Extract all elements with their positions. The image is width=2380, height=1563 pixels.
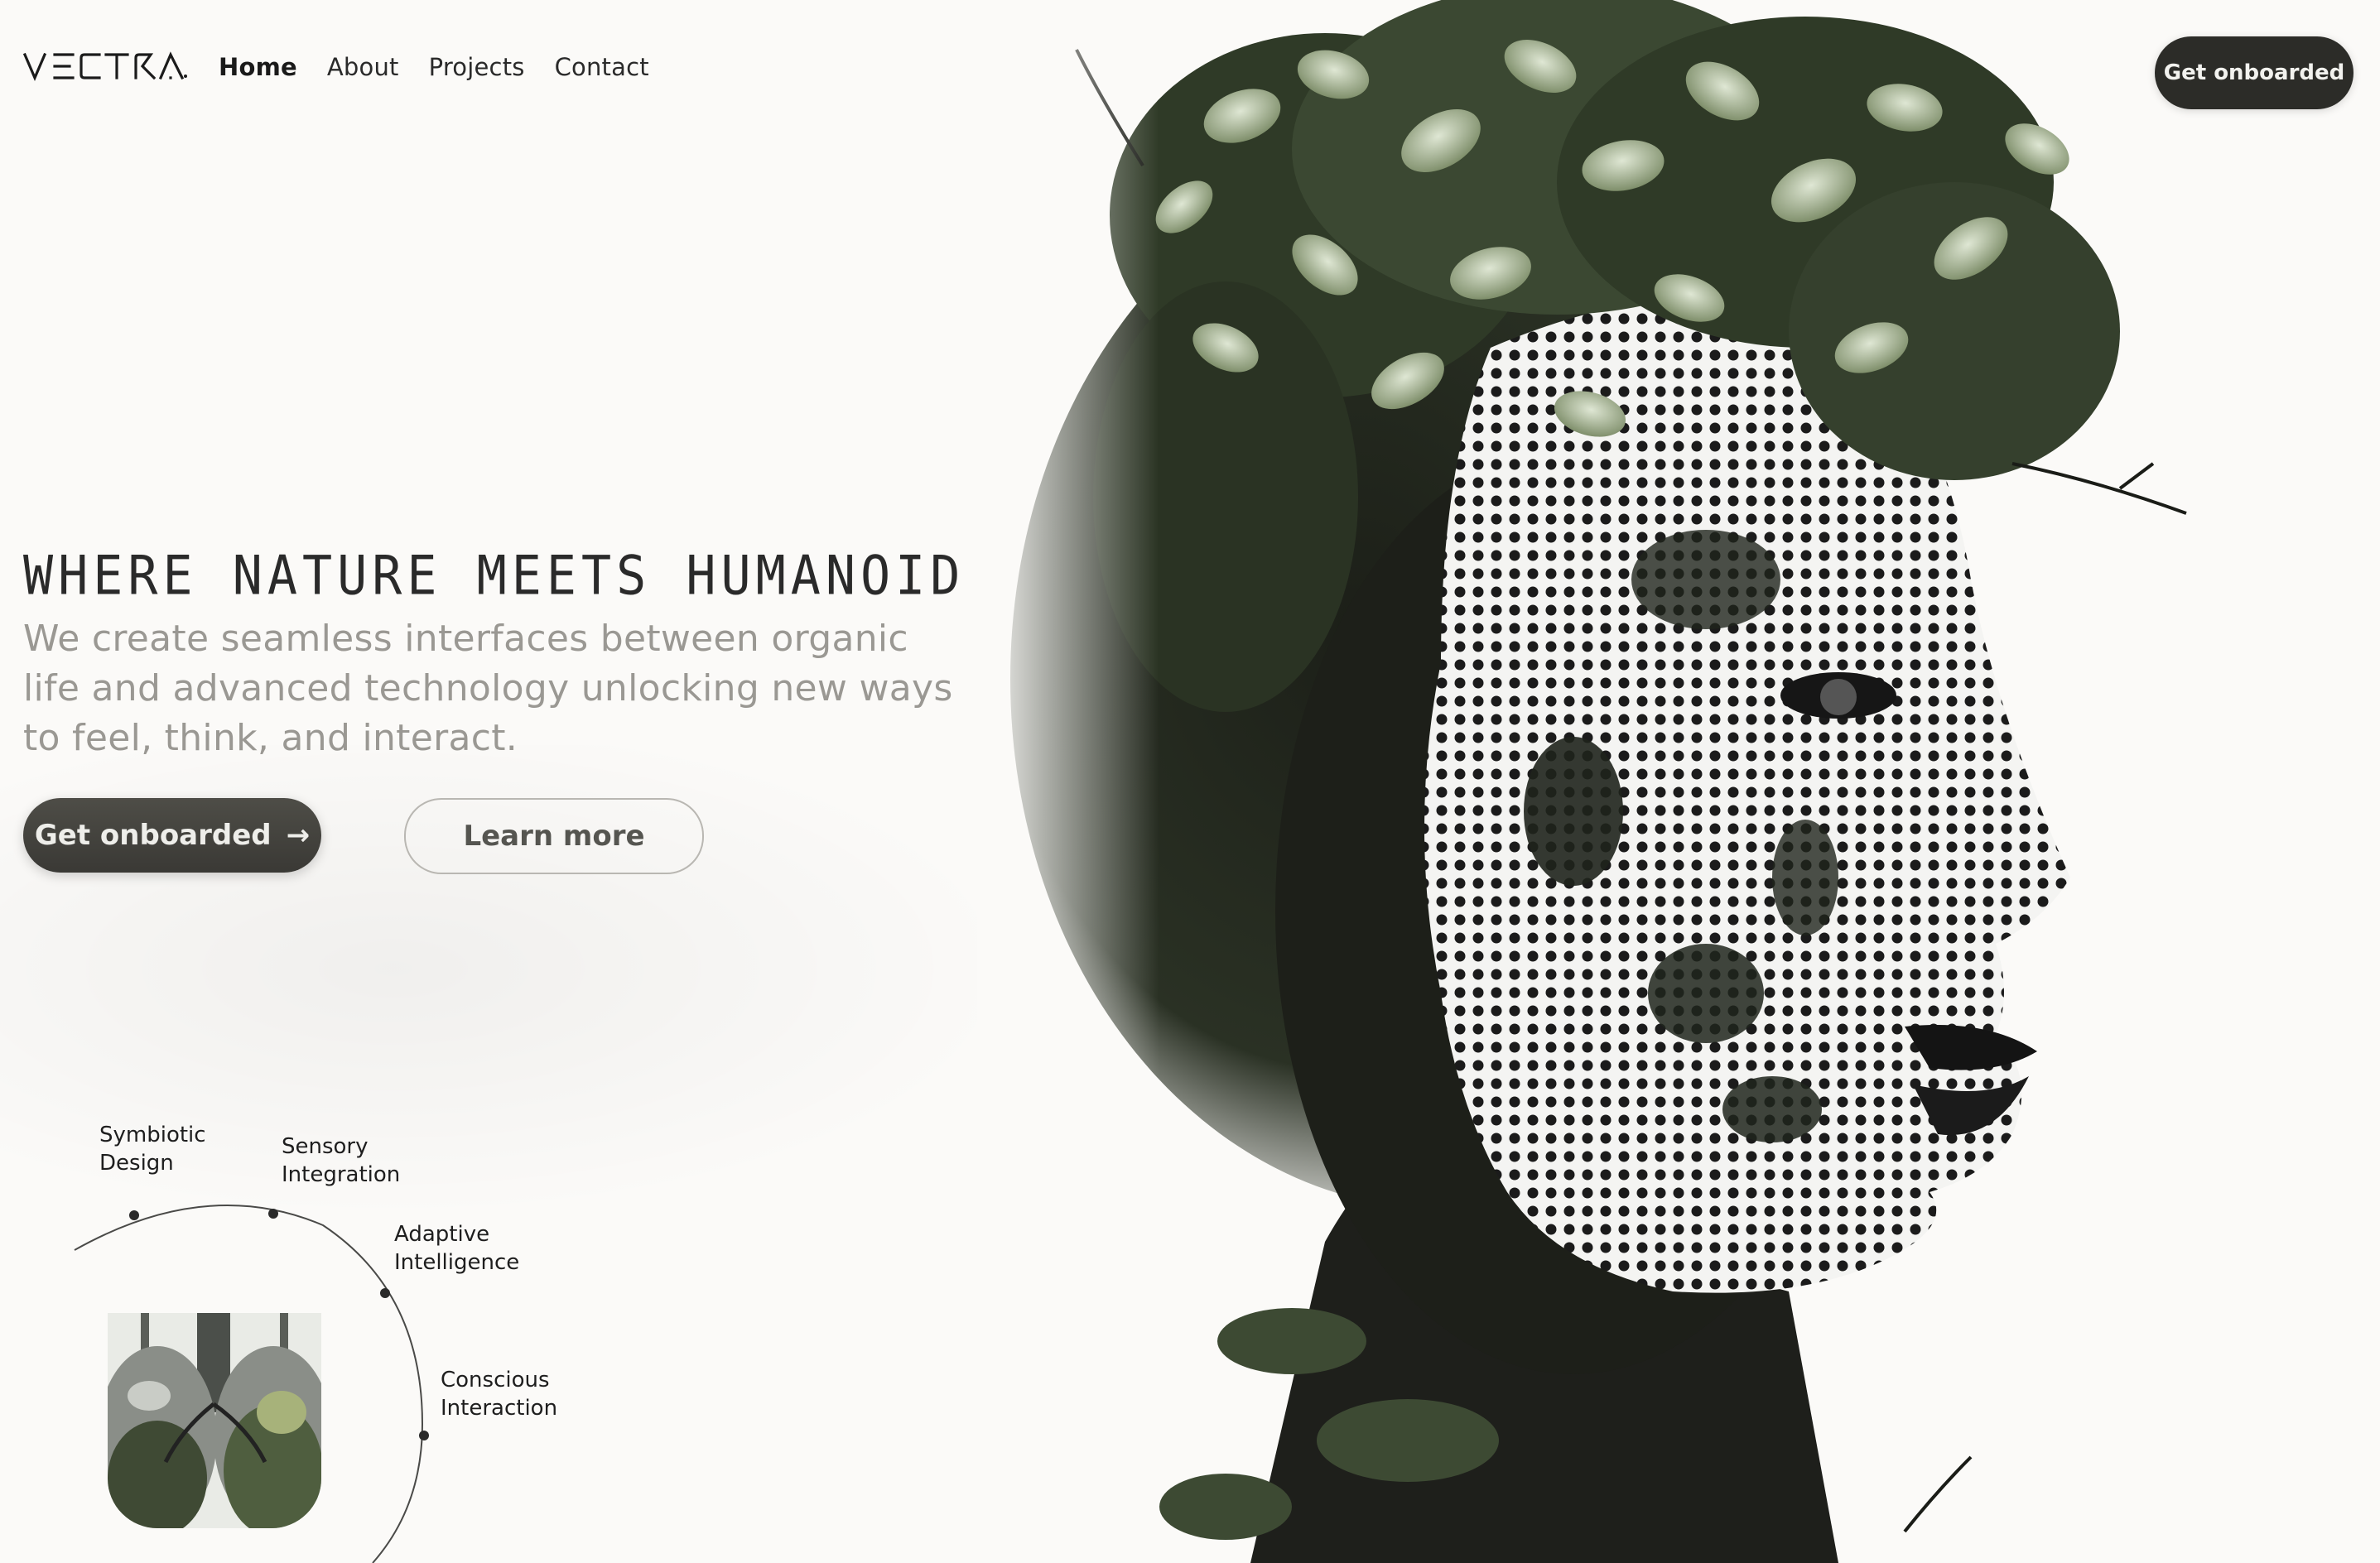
feature-conscious-interaction[interactable]: Conscious Interaction xyxy=(441,1366,623,1422)
top-navbar: Home About Projects Contact Get onboarde… xyxy=(0,0,2380,149)
feature-label-line: Symbiotic xyxy=(99,1123,206,1147)
vectra-logo[interactable] xyxy=(23,50,189,83)
feature-symbiotic-design[interactable]: Symbiotic Design xyxy=(99,1121,282,1177)
features-orbit: Symbiotic Design Sensory Integration Ada… xyxy=(0,1076,662,1563)
orbit-dot-adaptive xyxy=(380,1288,390,1298)
feature-label-line: Interaction xyxy=(441,1396,558,1421)
nav-link-contact[interactable]: Contact xyxy=(555,53,649,81)
arrow-right-icon: → xyxy=(286,819,311,852)
orbit-dot-sensory xyxy=(268,1209,278,1219)
landing-page: Home About Projects Contact Get onboarde… xyxy=(0,0,2380,1563)
organic-lungs-thumbnail xyxy=(108,1313,321,1528)
get-onboarded-button[interactable]: Get onboarded → xyxy=(23,798,321,873)
get-onboarded-nav-button[interactable]: Get onboarded xyxy=(2155,36,2354,109)
feature-sensory-integration[interactable]: Sensory Integration xyxy=(282,1133,464,1189)
feature-label-line: Adaptive xyxy=(394,1222,490,1247)
feature-label-line: Design xyxy=(99,1151,174,1176)
nav-link-home[interactable]: Home xyxy=(219,53,297,81)
feature-label-line: Integration xyxy=(282,1162,401,1187)
hero-humanoid-image xyxy=(977,0,2380,1563)
orbit-dot-symbiotic xyxy=(129,1210,139,1220)
feature-label-line: Intelligence xyxy=(394,1250,520,1275)
feature-label-line: Sensory xyxy=(282,1134,369,1159)
feature-adaptive-intelligence[interactable]: Adaptive Intelligence xyxy=(394,1220,576,1277)
nav-links: Home About Projects Contact xyxy=(219,53,649,81)
hero-subtitle: We create seamless interfaces between or… xyxy=(23,618,953,759)
feature-label-line: Conscious xyxy=(441,1368,550,1392)
nav-link-about[interactable]: About xyxy=(327,53,399,81)
orbit-dot-conscious xyxy=(419,1431,429,1440)
learn-more-button[interactable]: Learn more xyxy=(404,798,704,874)
get-onboarded-label: Get onboarded xyxy=(34,819,272,852)
hero-headline: WHERE NATURE MEETS HUMANOID xyxy=(23,545,966,608)
nav-link-projects[interactable]: Projects xyxy=(429,53,525,81)
